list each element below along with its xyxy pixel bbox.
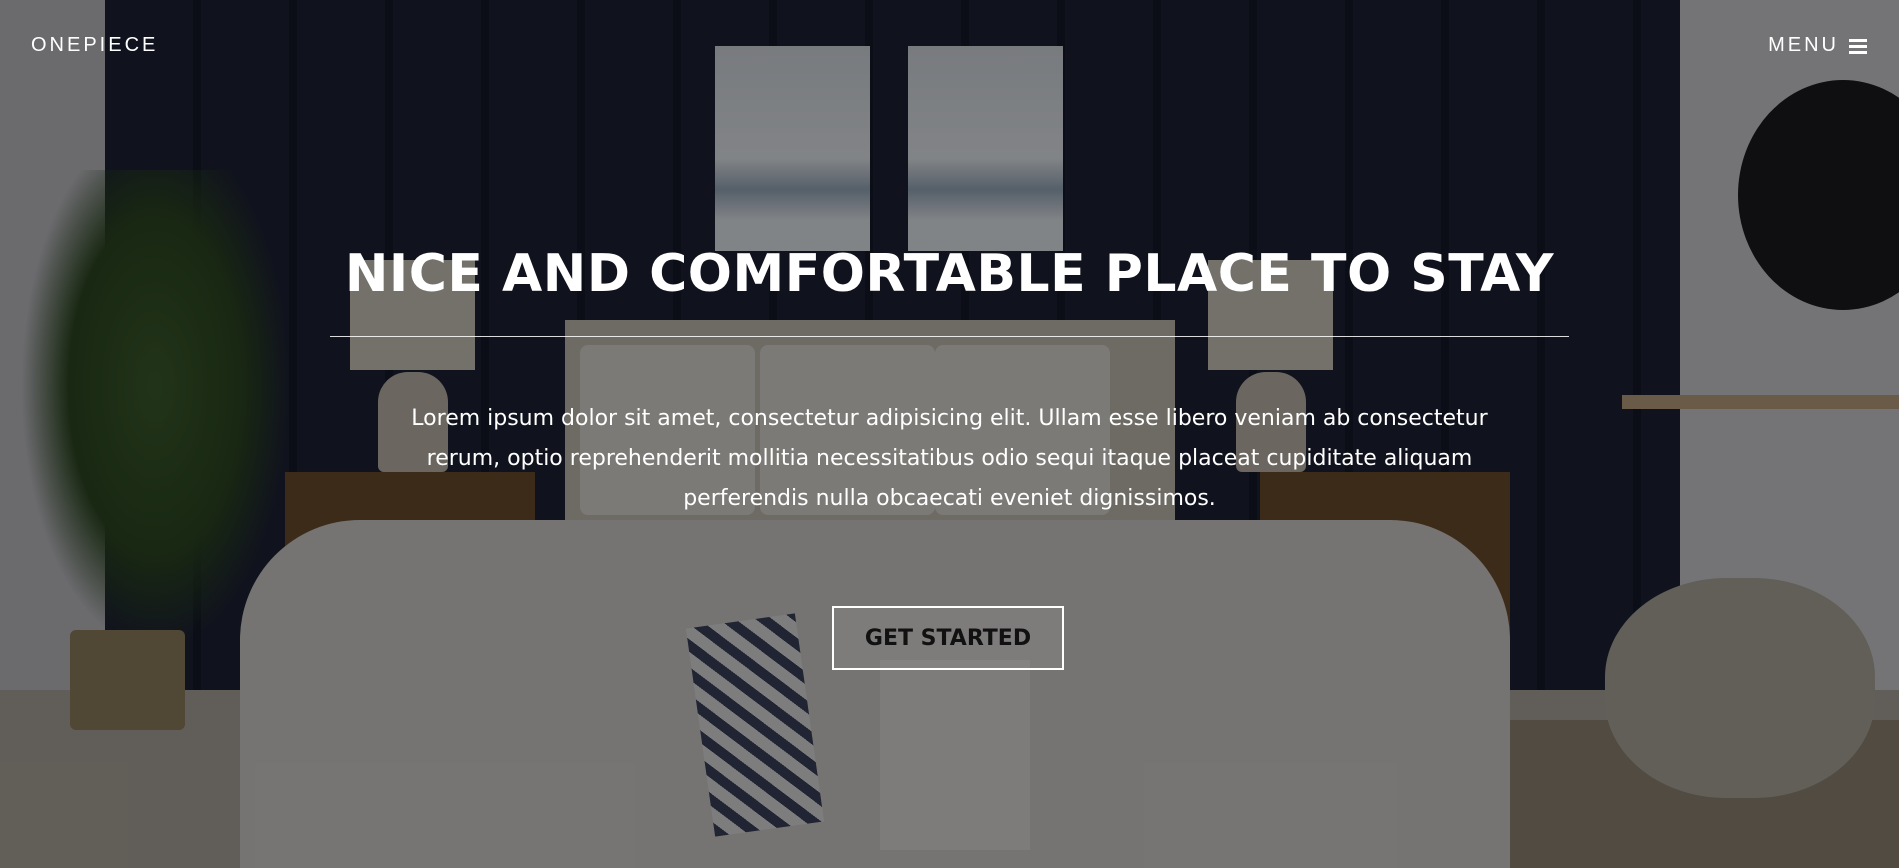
hero-description: Lorem ipsum dolor sit amet, consectetur … [411, 406, 1488, 511]
title-divider [330, 336, 1569, 337]
brand-logo[interactable]: ONEPIECE [31, 34, 158, 57]
menu-button[interactable]: MENU [1768, 34, 1867, 57]
menu-label: MENU [1768, 34, 1839, 56]
hero-content: NICE AND COMFORTABLE PLACE TO STAY Lorem… [330, 238, 1569, 519]
hero-section: ONEPIECE MENU NICE AND COMFORTABLE PLACE… [0, 0, 1899, 868]
get-started-button[interactable]: GET STARTED [832, 606, 1064, 670]
hamburger-icon [1849, 38, 1867, 54]
hero-title: NICE AND COMFORTABLE PLACE TO STAY [344, 244, 1555, 304]
